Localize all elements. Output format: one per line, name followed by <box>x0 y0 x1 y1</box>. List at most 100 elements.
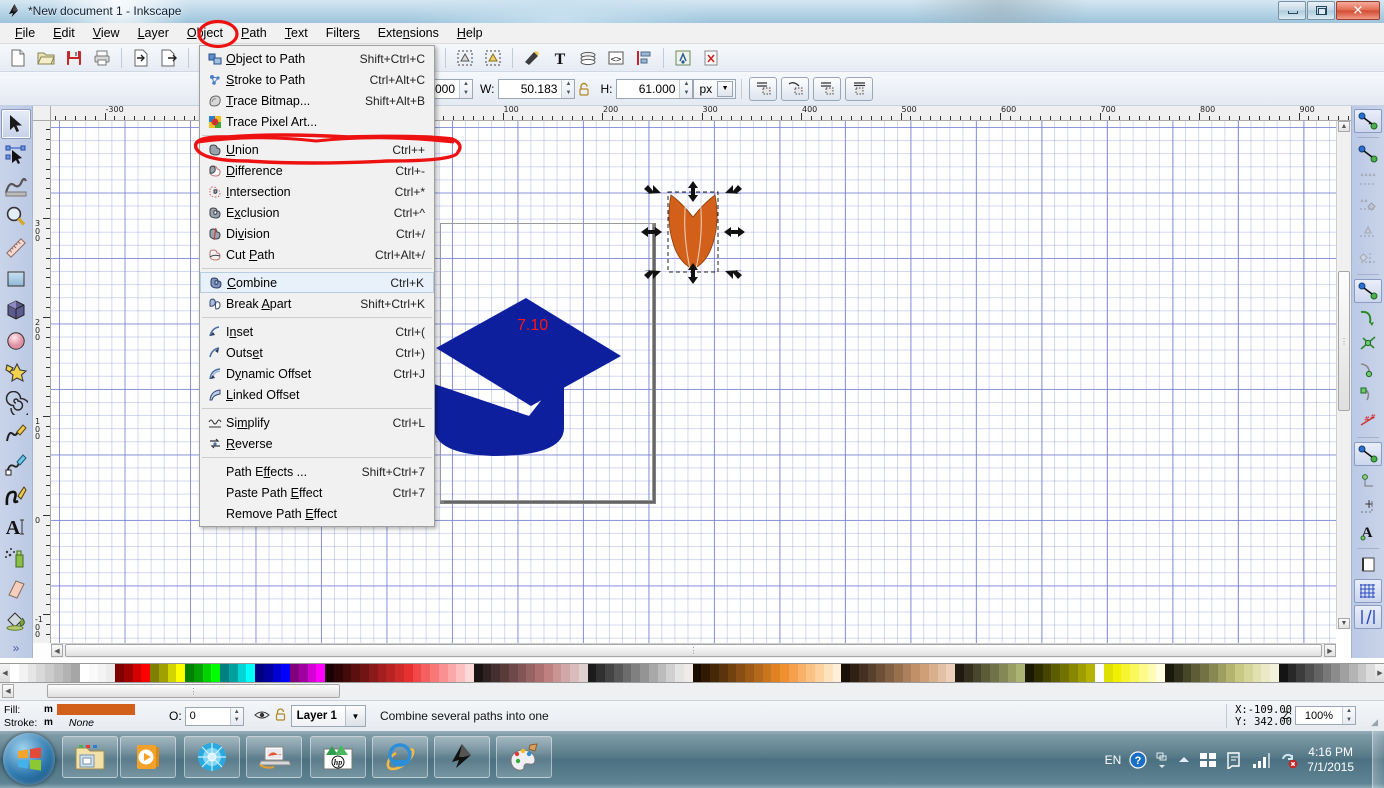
palette-swatch[interactable] <box>1357 664 1367 682</box>
palette-swatch[interactable] <box>1033 664 1043 682</box>
palette-swatch[interactable] <box>88 664 98 682</box>
palette-swatch[interactable] <box>675 664 684 682</box>
snap-bbox-edge-midpoints-button[interactable] <box>1354 220 1382 244</box>
palette-swatch[interactable] <box>1103 664 1113 682</box>
raise-to-top-button[interactable] <box>749 76 778 101</box>
palette-swatch[interactable] <box>718 664 728 682</box>
close-button[interactable]: ✕ <box>1336 1 1380 20</box>
palette-swatch[interactable] <box>1305 664 1314 682</box>
palette-swatch[interactable] <box>823 664 833 682</box>
start-orb[interactable] <box>3 733 55 785</box>
palette-swatch[interactable] <box>1182 664 1192 682</box>
palette-swatch[interactable] <box>1060 664 1069 682</box>
palette-swatch[interactable] <box>911 664 920 682</box>
menu-item-trace-bitmap[interactable]: Trace Bitmap... Shift+Alt+B <box>200 90 434 111</box>
spiral-tool[interactable] <box>1 388 31 418</box>
palette-swatch[interactable] <box>185 664 194 682</box>
palette-swatch[interactable] <box>438 664 448 682</box>
palette-swatch[interactable] <box>850 664 859 682</box>
palette-swatch[interactable] <box>666 664 675 682</box>
palette-swatch[interactable] <box>1016 664 1025 682</box>
palette-swatch[interactable] <box>963 664 973 682</box>
palette-swatch[interactable] <box>1086 664 1095 682</box>
palette-swatch[interactable] <box>570 664 579 682</box>
palette-swatch[interactable] <box>1173 664 1183 682</box>
palette-swatch[interactable] <box>1025 664 1034 682</box>
palette-swatch[interactable] <box>1340 664 1349 682</box>
palette-swatch[interactable] <box>876 664 885 682</box>
taskbar-internet-explorer[interactable] <box>372 736 428 778</box>
scroll-down-button[interactable]: ▼ <box>1338 618 1350 629</box>
width-spinner[interactable]: ▲ ▼ <box>561 79 575 98</box>
opacity-control[interactable]: O: ▲▼ <box>169 706 244 726</box>
menu-item-object-to-path[interactable]: Object to Path Shift+Ctrl+C <box>200 48 434 69</box>
menu-item-path-effects[interactable]: Path Effects ... Shift+Ctrl+7 <box>200 461 434 482</box>
palette-swatch[interactable] <box>473 664 483 682</box>
palette-swatch[interactable] <box>377 664 387 682</box>
palette-swatch[interactable] <box>1296 664 1305 682</box>
snap-object-centers-button[interactable] <box>1354 468 1382 492</box>
tray-language[interactable]: EN <box>1105 753 1122 767</box>
palette-swatch[interactable] <box>106 664 115 682</box>
text-dialog-button[interactable]: T <box>547 46 573 70</box>
palette-swatch[interactable] <box>1348 664 1358 682</box>
restore-button[interactable] <box>1307 1 1335 20</box>
palette-swatch[interactable] <box>386 664 395 682</box>
palette-swatch[interactable] <box>27 664 37 682</box>
fill-stroke-indicator[interactable]: Fill: m Stroke: m None <box>0 701 165 732</box>
vertical-ruler[interactable]: -100 0 100 200 300 <box>33 121 51 643</box>
palette-swatch[interactable] <box>832 664 842 682</box>
taskbar-clock[interactable]: 4:16 PM 7/1/2015 <box>1307 745 1354 775</box>
save-document-button[interactable] <box>61 46 87 70</box>
width-input[interactable] <box>499 79 562 98</box>
palette-swatch[interactable] <box>80 664 89 682</box>
zoom-tool[interactable] <box>1 202 31 232</box>
palette-swatch[interactable] <box>648 664 658 682</box>
palette-swatch[interactable] <box>990 664 999 682</box>
enable-snapping-button[interactable] <box>1354 109 1382 133</box>
palette-swatch[interactable] <box>123 664 133 682</box>
palette-swatch[interactable] <box>771 664 780 682</box>
palette-swatch[interactable] <box>815 664 824 682</box>
toolbox-overflow-button[interactable]: » <box>0 641 32 655</box>
palette-swatch[interactable] <box>578 664 588 682</box>
palette-swatch[interactable] <box>1077 664 1087 682</box>
palette-swatch[interactable] <box>272 664 282 682</box>
menu-item-break-apart[interactable]: Break Apart Shift+Ctrl+K <box>200 293 434 314</box>
raise-button[interactable] <box>781 76 810 101</box>
palette-scroll-left-button[interactable]: ◀ <box>2 684 14 698</box>
signal-bars-icon[interactable] <box>1251 751 1271 769</box>
palette-swatch[interactable] <box>1042 664 1052 682</box>
menu-item-trace-pixel-art[interactable]: Trace Pixel Art... <box>200 111 434 132</box>
palette-swatch[interactable] <box>1191 664 1200 682</box>
taskbar-laptop-app[interactable] <box>246 736 302 778</box>
palette-swatch[interactable] <box>806 664 815 682</box>
lock-ratio-icon[interactable] <box>575 79 593 99</box>
layer-visibility-icon[interactable] <box>253 708 270 725</box>
palette-swatch[interactable] <box>517 664 527 682</box>
canvas-horizontal-scrollbar[interactable]: ◀ ⋮ ▶ <box>51 643 1336 658</box>
palette-swatch[interactable] <box>1270 664 1279 682</box>
menu-item-inset[interactable]: Inset Ctrl+( <box>200 321 434 342</box>
text-tool[interactable]: A <box>1 512 31 542</box>
snap-rotation-centers-button[interactable]: + <box>1354 494 1382 518</box>
palette-swatch[interactable] <box>360 664 369 682</box>
palette-swatch[interactable] <box>1313 664 1323 682</box>
palette-swatch[interactable] <box>1095 664 1104 682</box>
palette-swatch[interactable] <box>403 664 413 682</box>
star-tool[interactable] <box>1 357 31 387</box>
snap-page-border-button[interactable] <box>1354 553 1382 577</box>
palette-swatch[interactable] <box>902 664 912 682</box>
chevron-down-icon[interactable]: ▼ <box>717 80 734 97</box>
resize-grip[interactable]: ◢ <box>1371 717 1378 728</box>
snap-bbox-corners-button[interactable] <box>1354 194 1382 218</box>
palette-swatch[interactable] <box>622 664 632 682</box>
snap-grids-button[interactable] <box>1354 579 1382 603</box>
palette-swatch[interactable] <box>290 664 299 682</box>
palette-swatch[interactable] <box>1252 664 1262 682</box>
menu-item-remove-path-effect[interactable]: Remove Path Effect <box>200 503 434 524</box>
palette-swatch[interactable] <box>893 664 903 682</box>
opacity-field[interactable]: ▲▼ <box>184 706 244 726</box>
palette-swatch[interactable] <box>1051 664 1060 682</box>
palette-swatch[interactable] <box>1138 664 1148 682</box>
